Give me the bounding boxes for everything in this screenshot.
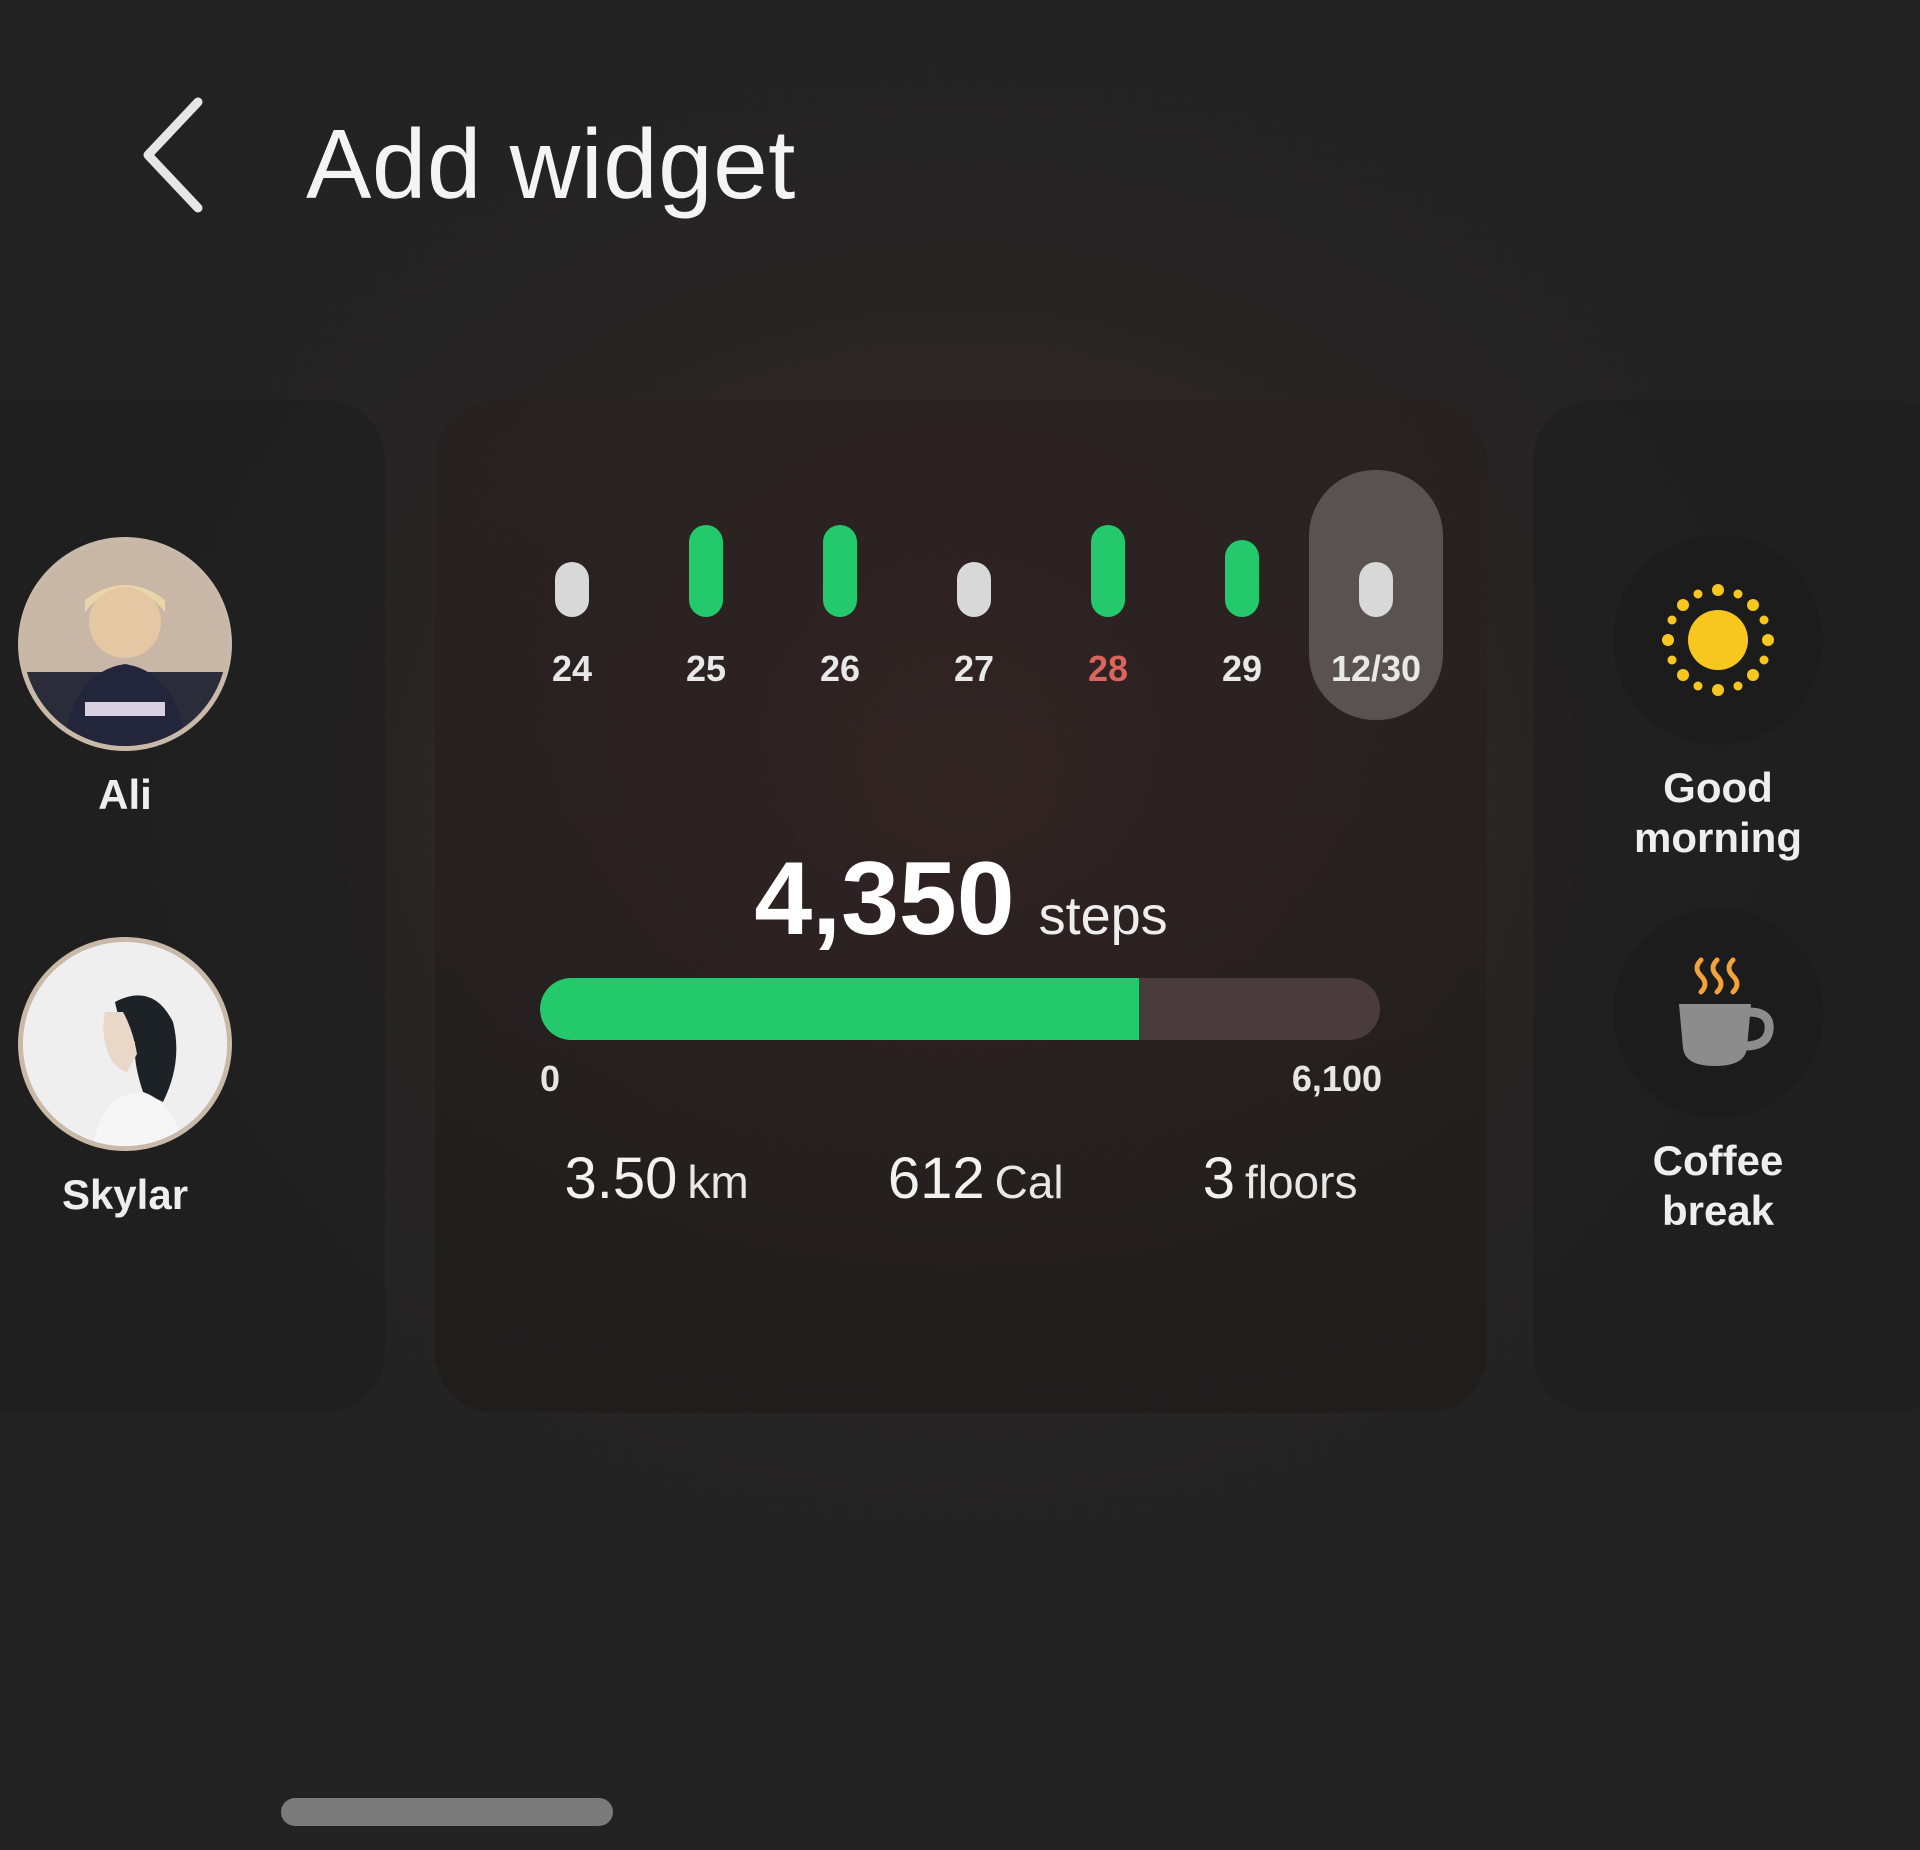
page-title: Add widget: [306, 109, 796, 219]
day-column: 29: [1175, 470, 1309, 720]
steps-unit: steps: [1038, 886, 1168, 946]
day-steps-bar: [1359, 562, 1393, 617]
day-column: 12/30: [1309, 470, 1443, 720]
avatar: [18, 937, 232, 1151]
day-label: 24: [551, 648, 593, 689]
day-steps-bar: [823, 525, 857, 617]
contact-item[interactable]: Skylar: [0, 937, 250, 1219]
day-steps-bar: [957, 562, 991, 617]
header: Add widget: [0, 0, 1920, 320]
steps-summary: 4,350 steps: [435, 840, 1487, 959]
day-label: 29: [1221, 648, 1263, 689]
day-label: 12/30: [1330, 648, 1422, 689]
distance-unit: km: [687, 1156, 749, 1208]
distance-value: 3.50: [564, 1146, 678, 1211]
progress-scale-max: 6,100: [1291, 1058, 1382, 1099]
back-button[interactable]: [120, 90, 230, 220]
sun-icon: [1613, 535, 1823, 745]
routine-label: Good morning: [1634, 764, 1802, 861]
routines-widget-card[interactable]: Good morning Coffee break: [1533, 400, 1920, 1413]
contact-name: Ali: [98, 771, 152, 818]
steps-widget-card[interactable]: 24 25 26 27 28 29 12/30 4,350 steps 0 6,100 3.5…: [435, 400, 1487, 1413]
floors-value: 3: [1202, 1146, 1235, 1211]
day-label: 26: [819, 648, 861, 689]
steps-progress-bar: [540, 978, 1380, 1040]
steps-count: 4,350: [754, 841, 1015, 957]
routine-good-morning[interactable]: Good morning: [1608, 535, 1828, 863]
day-label: 25: [685, 648, 727, 689]
coffee-cup-icon: [1613, 908, 1823, 1118]
contact-item[interactable]: Ali: [0, 537, 250, 819]
day-column: 28: [1041, 470, 1175, 720]
day-column: 24: [505, 470, 639, 720]
progress-scale-min: 0: [540, 1058, 561, 1099]
day-steps-bar: [689, 525, 723, 617]
calories-unit: Cal: [994, 1156, 1064, 1208]
day-steps-bar: [1091, 525, 1125, 617]
daily-steps-history: 24 25 26 27 28 29 12/30: [505, 470, 1443, 720]
floors-unit: floors: [1244, 1156, 1358, 1208]
routine-coffee-break[interactable]: Coffee break: [1608, 908, 1828, 1236]
chevron-left-icon: [143, 97, 203, 213]
avatar: [18, 537, 232, 751]
calories-value: 612: [887, 1146, 985, 1211]
contacts-widget-card[interactable]: Ali Skylar: [0, 400, 385, 1413]
floors-stat: 3 floors: [1203, 1145, 1358, 1212]
day-column: 27: [907, 470, 1041, 720]
steps-progress-fill: [540, 978, 1139, 1040]
calories-stat: 612 Cal: [888, 1145, 1064, 1212]
day-label: 27: [953, 648, 995, 689]
day-steps-bar: [555, 562, 589, 617]
day-column: 26: [773, 470, 907, 720]
day-column: 25: [639, 470, 773, 720]
day-label: 28: [1087, 648, 1129, 689]
day-steps-bar: [1225, 540, 1259, 617]
distance-stat: 3.50 km: [565, 1145, 749, 1212]
contact-name: Skylar: [61, 1171, 189, 1218]
home-indicator[interactable]: [281, 1798, 613, 1826]
routine-label: Coffee break: [1652, 1137, 1784, 1234]
activity-stats: 3.50 km 612 Cal 3 floors: [495, 1145, 1427, 1212]
